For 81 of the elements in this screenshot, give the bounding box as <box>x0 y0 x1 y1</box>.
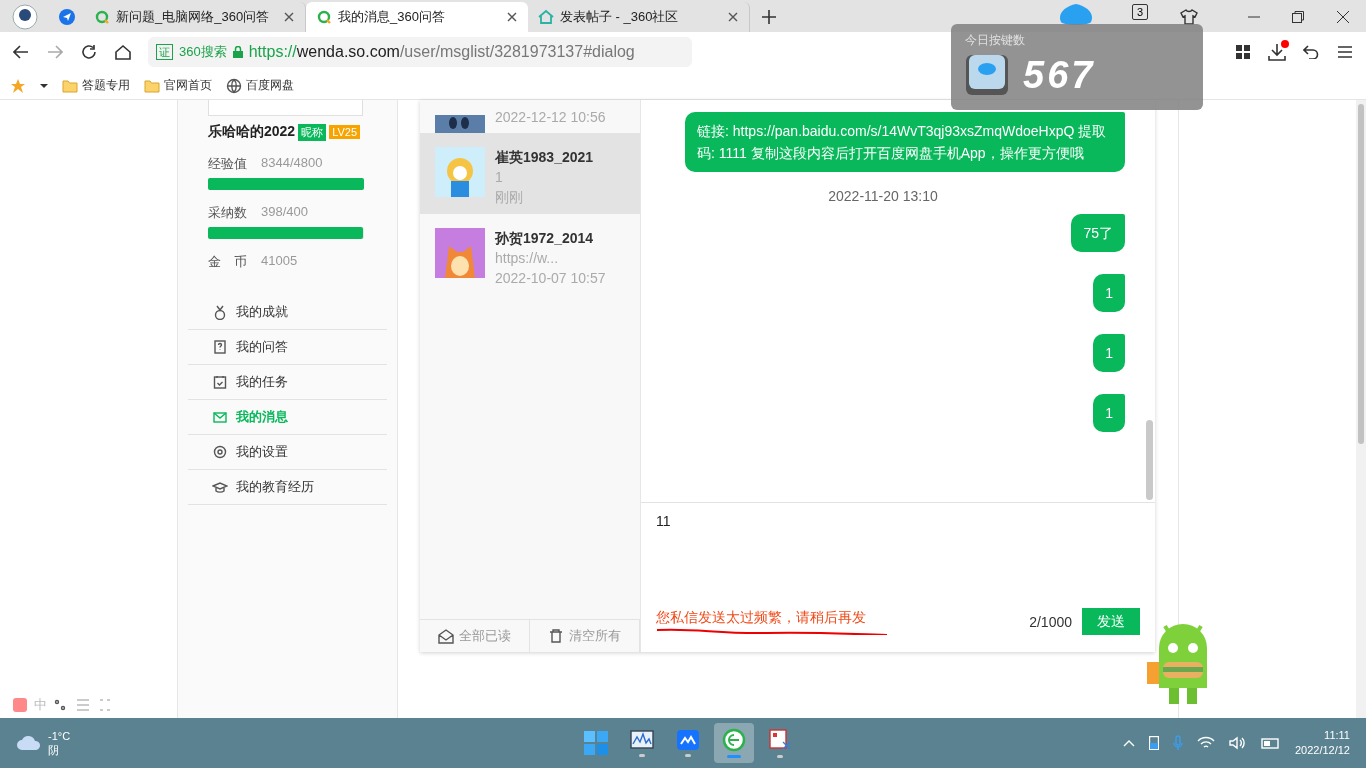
mail-icon <box>212 409 228 425</box>
menu-item[interactable]: 我的问答 <box>188 330 387 365</box>
stat-value: 398/400 <box>261 204 308 221</box>
address-field[interactable]: 证 360搜索 https://wenda.so.com/user/msglist/3281973137#dialog <box>148 37 692 67</box>
graduation-cap-icon <box>212 479 228 495</box>
weather-condition: 阴 <box>48 743 60 757</box>
message-bubble: 1 <box>1093 274 1125 312</box>
message-bubble: 1 <box>1093 334 1125 372</box>
wifi-icon <box>1196 736 1215 750</box>
folder-icon <box>62 77 78 94</box>
cloud-app-icon <box>676 729 700 751</box>
close-icon[interactable] <box>283 11 295 23</box>
microphone-icon <box>1172 735 1183 751</box>
conversation-item[interactable]: 崔英1983_2021 1 刚刚 <box>420 133 640 214</box>
keycap-icon <box>965 53 1009 97</box>
calendar-icon <box>212 374 228 390</box>
notification-dot <box>1281 40 1289 48</box>
folder-icon <box>144 77 160 94</box>
message-time: 2022-12-12 10:56 <box>495 108 606 127</box>
stat-label: 经验值 <box>208 155 247 173</box>
globe-icon <box>226 77 242 94</box>
download-icon[interactable] <box>1268 43 1286 61</box>
house-logo-icon <box>538 9 554 25</box>
contact-name: 孙贺1972_2014 <box>495 229 595 248</box>
error-message: 您私信发送太过频繁，请稍后再发 <box>656 608 867 627</box>
close-icon[interactable] <box>506 11 518 23</box>
open-envelope-icon <box>438 628 454 644</box>
lock-icon <box>232 46 243 58</box>
speaker-icon <box>1228 736 1247 750</box>
medal-icon <box>212 304 228 320</box>
close-icon[interactable] <box>727 11 739 23</box>
char-counter: 2/1000 <box>1029 613 1072 630</box>
caret-down-icon[interactable] <box>40 82 48 89</box>
expand-icon <box>97 697 113 713</box>
sogou-logo-icon <box>12 697 28 713</box>
q-logo-icon <box>94 9 110 25</box>
menu-item[interactable]: 我的教育经历 <box>188 470 387 505</box>
usb-drive-icon <box>1148 736 1159 750</box>
message-preview: https://w... <box>495 249 560 268</box>
nickname-tag: 昵称 <box>298 123 327 141</box>
message-bubble: 75了 <box>1071 214 1125 252</box>
clock-time: 11:11 <box>1324 728 1350 743</box>
menu-icon <box>75 697 91 713</box>
cloud-icon <box>16 734 42 752</box>
battery-icon <box>1260 737 1281 749</box>
message-date: 2022-11-20 13:10 <box>828 188 938 204</box>
message-bubble: 链接: https://pan.baidu.com/s/14WvT3qj93xsZmqWdoeHxpQ 提取码: 1111 复制这段内容后打开百度网盘手机App，操作更方便哦 <box>685 112 1125 172</box>
message-time: 2022-10-07 10:57 <box>495 269 606 288</box>
level-tag: LV25 <box>329 125 361 139</box>
conversation-item[interactable]: 孙贺1972_2014 https://w... 2022-10-07 10:57 <box>420 214 640 296</box>
bookmark[interactable]: 百度网盘 <box>226 77 294 94</box>
bookmark[interactable]: 官网首页 <box>144 77 212 94</box>
menu-item[interactable]: 我的设置 <box>188 435 387 470</box>
taskbar-app[interactable] <box>714 723 754 763</box>
menu-item[interactable]: 我的成就 <box>188 295 387 330</box>
q-logo-icon <box>316 9 332 25</box>
browser-icon <box>722 728 746 752</box>
chart-window-icon <box>630 729 654 751</box>
chevron-up-icon[interactable] <box>1122 739 1135 747</box>
stat-label: 金 币 <box>208 253 247 271</box>
message-bubble: 1 <box>1093 394 1125 432</box>
star-icon[interactable] <box>10 77 26 94</box>
user-name: 乐哈哈的2022 <box>208 123 296 141</box>
contact-name: 崔英1983_2021 <box>495 148 594 167</box>
settings-icon <box>212 444 228 460</box>
message-preview: 1 <box>495 168 504 187</box>
trash-icon <box>548 628 564 644</box>
widget-title: 今日按键数 <box>965 32 1026 49</box>
snipping-tool-icon <box>768 728 792 752</box>
browser-tab[interactable]: 我的消息_360问答 <box>306 2 528 32</box>
menu-item[interactable]: 我的任务 <box>188 365 387 400</box>
stat-value: 41005 <box>261 253 298 270</box>
stat-label: 采纳数 <box>208 204 247 222</box>
tab-count-badge[interactable]: 3 <box>1132 4 1148 20</box>
clock-date: 2022/12/12 <box>1294 743 1350 758</box>
question-icon <box>212 339 228 355</box>
bookmark[interactable]: 答题专用 <box>62 77 130 94</box>
temperature: -1°C <box>48 729 71 743</box>
stat-value: 8344/4800 <box>261 155 323 172</box>
message-time: 刚刚 <box>495 188 524 207</box>
key-count: 567 <box>1023 53 1096 97</box>
